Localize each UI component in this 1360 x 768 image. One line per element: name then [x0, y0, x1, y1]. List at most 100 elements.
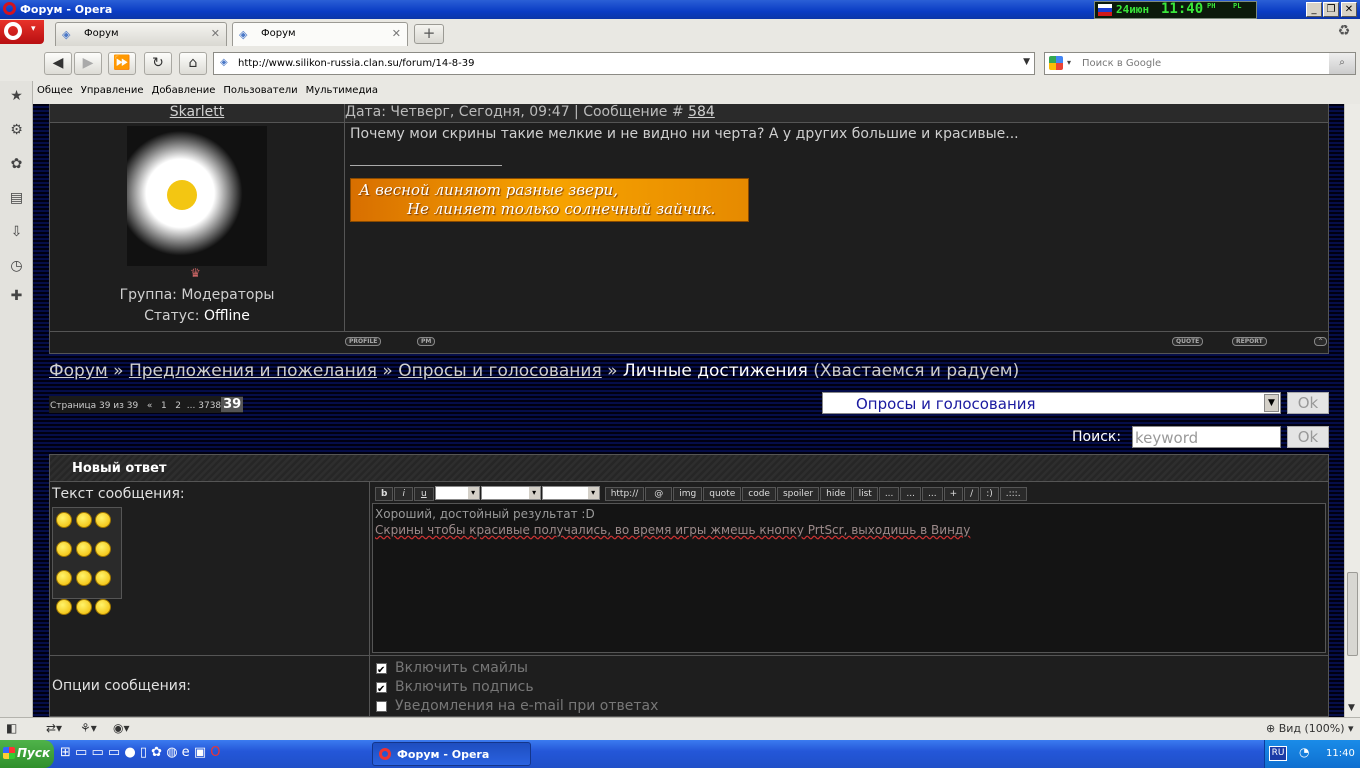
fast-forward-button[interactable]: ⏩: [108, 52, 136, 75]
panel-toggle-icon[interactable]: ◧: [6, 721, 17, 735]
smiley-smile-icon[interactable]: [75, 541, 92, 557]
page-2-link[interactable]: 2: [175, 401, 181, 411]
close-tab-icon[interactable]: ✕: [211, 27, 220, 40]
tab-forum-1[interactable]: ◈ Форум ✕: [55, 22, 227, 46]
opera-icon[interactable]: O: [210, 745, 220, 760]
breadcrumb-section-link[interactable]: Предложения и пожелания: [129, 361, 377, 381]
bold-button[interactable]: b: [375, 487, 394, 501]
page-prev-link[interactable]: «: [147, 401, 153, 411]
ie-icon[interactable]: e: [182, 745, 190, 760]
bookmark-manage[interactable]: Управление: [81, 82, 144, 96]
reload-button[interactable]: ↻: [144, 52, 172, 75]
add-panel-icon[interactable]: ✚: [8, 288, 25, 305]
bookmarks-panel-icon[interactable]: ★: [8, 88, 25, 105]
smile-tag-button[interactable]: :): [980, 487, 999, 501]
language-indicator[interactable]: RU: [1269, 746, 1287, 761]
forum-jump-ok-button[interactable]: Ok: [1287, 392, 1329, 414]
smiley-surprised-icon[interactable]: [95, 570, 111, 586]
app-icon[interactable]: ▣: [194, 745, 206, 760]
minimize-button[interactable]: _: [1306, 2, 1322, 17]
extra-button[interactable]: .:::.: [999, 487, 1027, 501]
messenger-icon[interactable]: ✿: [151, 745, 162, 760]
pm-button[interactable]: PM: [417, 337, 436, 346]
smiley-tongue-icon[interactable]: [56, 599, 72, 615]
post-author-link[interactable]: Skarlett: [170, 104, 225, 120]
smiley-sad-icon[interactable]: [56, 570, 72, 586]
turbo-icon[interactable]: ◉▾: [113, 721, 130, 735]
forum-jump-select[interactable]: Опросы и голосования ▼: [822, 392, 1281, 414]
smiley-cool-icon[interactable]: [95, 512, 111, 528]
opera-menu-button[interactable]: ▾: [0, 20, 44, 44]
unite-icon[interactable]: ⚘▾: [80, 721, 97, 735]
spoiler-button[interactable]: spoiler: [776, 487, 820, 501]
smiley-happy-icon[interactable]: [75, 570, 92, 586]
smiley-angry-icon[interactable]: [56, 512, 72, 528]
email-notify-checkbox[interactable]: [376, 700, 387, 712]
new-tab-button[interactable]: +: [414, 24, 444, 44]
address-bar[interactable]: ◈ http://www.silikon-russia.clan.su/foru…: [213, 52, 1035, 75]
trash-icon[interactable]: ♻: [1333, 23, 1355, 43]
slash-button[interactable]: /: [964, 487, 980, 501]
scroll-down-icon[interactable]: ▼: [1348, 703, 1355, 713]
smiley-grin-icon[interactable]: [75, 512, 92, 528]
bookmark-users[interactable]: Пользователи: [223, 82, 297, 96]
forum-search-ok-button[interactable]: Ok: [1287, 426, 1329, 448]
smiley-wink-icon[interactable]: [95, 541, 111, 557]
drive-icon[interactable]: ▭: [75, 745, 87, 760]
font-select[interactable]: [434, 486, 480, 500]
img-button[interactable]: img: [673, 487, 703, 501]
email-button[interactable]: @: [645, 487, 673, 501]
smileys-checkbox[interactable]: [376, 661, 387, 680]
post-number-link[interactable]: 584: [688, 104, 715, 120]
smiley-confused-icon[interactable]: [56, 541, 72, 557]
align-center-button[interactable]: ...: [900, 487, 921, 501]
notes-panel-icon[interactable]: ▤: [8, 190, 25, 207]
tray-icon[interactable]: ◔: [1299, 745, 1309, 759]
close-button[interactable]: ✕: [1341, 2, 1357, 17]
address-dropdown-icon[interactable]: ▼: [1023, 57, 1030, 67]
bookmark-general[interactable]: Общее: [37, 82, 73, 96]
widgets-panel-icon[interactable]: ✿: [8, 156, 25, 173]
color-select[interactable]: [541, 486, 600, 500]
page-scrollbar[interactable]: ▼: [1344, 104, 1360, 717]
size-select[interactable]: [480, 486, 541, 500]
forward-button[interactable]: ▶: [74, 52, 102, 75]
media-icon[interactable]: ●: [124, 745, 135, 760]
search-icon[interactable]: ⌕: [1329, 53, 1355, 74]
hide-button[interactable]: hide: [820, 487, 852, 501]
italic-button[interactable]: i: [394, 487, 413, 501]
report-button[interactable]: REPORT: [1232, 337, 1267, 346]
drive-icon-3[interactable]: ▭: [108, 745, 120, 760]
plus-button[interactable]: +: [943, 487, 964, 501]
underline-button[interactable]: u: [413, 487, 434, 501]
forum-search-input[interactable]: keyword: [1132, 426, 1281, 448]
profile-button[interactable]: PROFILE: [345, 337, 382, 346]
settings-panel-icon[interactable]: ⚙: [8, 122, 25, 139]
scrollbar-thumb[interactable]: [1347, 572, 1358, 656]
page-37-link[interactable]: 37: [198, 401, 209, 411]
taskbar-opera-window[interactable]: Форум - Opera: [372, 742, 531, 766]
message-textarea[interactable]: Хороший, достойный результат :D Скрины ч…: [372, 503, 1326, 653]
history-panel-icon[interactable]: ◷: [8, 258, 25, 275]
page-1-link[interactable]: 1: [161, 401, 167, 411]
signature-checkbox[interactable]: [376, 680, 387, 699]
breadcrumb-subsection-link[interactable]: Опросы и голосования: [398, 361, 602, 381]
quote-button[interactable]: QUOTE: [1172, 337, 1204, 346]
bookmark-add[interactable]: Добавление: [152, 82, 216, 96]
tab-forum-2[interactable]: ◈ Форум ✕: [232, 22, 408, 46]
close-tab-icon[interactable]: ✕: [392, 27, 401, 40]
drive-icon-2[interactable]: ▭: [91, 745, 103, 760]
align-left-button[interactable]: ...: [878, 487, 900, 501]
url-button[interactable]: http://: [604, 487, 645, 501]
back-button[interactable]: ◀: [44, 52, 72, 75]
smiley-blush-icon[interactable]: [75, 599, 92, 615]
home-button[interactable]: ⌂: [179, 52, 207, 75]
page-38-link[interactable]: 38: [210, 401, 221, 411]
zoom-control[interactable]: ⊕ Вид (100%) ▾: [1266, 722, 1354, 735]
smiley-laugh-icon[interactable]: [95, 599, 111, 615]
bin-icon[interactable]: ▯: [140, 745, 147, 760]
search-input[interactable]: ▾ Поиск в Google ⌕: [1044, 52, 1356, 75]
globe-icon[interactable]: ◍: [166, 745, 177, 760]
code-button[interactable]: code: [742, 487, 776, 501]
maximize-button[interactable]: ❐: [1323, 2, 1339, 17]
